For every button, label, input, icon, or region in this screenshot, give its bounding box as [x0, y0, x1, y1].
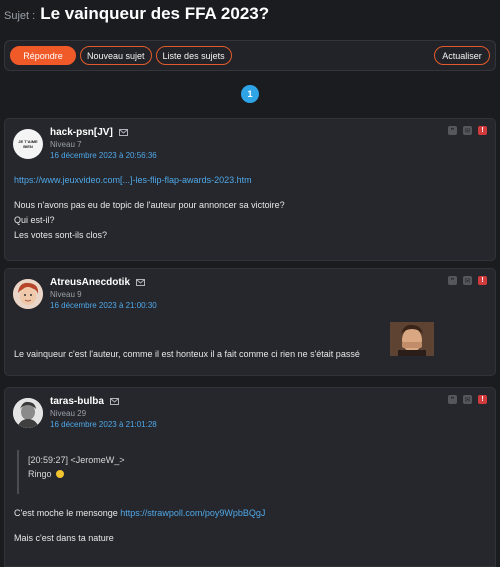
avatar-face-icon: [13, 279, 43, 309]
author-name[interactable]: AtreusAnecdotik: [50, 277, 130, 288]
author-level: Niveau 29: [50, 409, 87, 418]
author-block: taras-bulba Niveau 29 16 décembre 2023 à…: [50, 396, 157, 429]
avatar-portrait-icon: [13, 398, 43, 428]
post-date[interactable]: 16 décembre 2023 à 20:56:36: [50, 151, 157, 160]
author-name[interactable]: taras-bulba: [50, 396, 104, 407]
post-link[interactable]: https://www.jeuxvideo.com[...]-les-flip-…: [14, 173, 252, 188]
post-text-line: Les votes sont-ils clos?: [14, 230, 108, 240]
quote-text: Ringo: [28, 469, 52, 479]
post-text-line: Mais c'est dans ta nature: [14, 533, 114, 543]
avatar[interactable]: [13, 398, 43, 428]
quote-block: [20:59:27] <JeromeW_> Ringo: [17, 450, 317, 494]
report-icon[interactable]: !: [478, 395, 487, 404]
subject-label: Sujet :: [4, 10, 36, 22]
post-date[interactable]: 16 décembre 2023 à 21:01:28: [50, 420, 157, 429]
reply-button[interactable]: Répondre: [10, 46, 76, 65]
post-text-line: Qui est-il?: [14, 215, 55, 225]
post-actions: ❞ ✉ !: [448, 395, 487, 404]
post-text-line: Le vainqueur c'est l'auteur, comme il es…: [14, 349, 360, 359]
quote-icon[interactable]: ❞: [448, 395, 457, 404]
post-hack-psn: JE T'AIME BIEN hack-psn[JV] Niveau 7 16 …: [4, 118, 496, 261]
avatar[interactable]: [13, 279, 43, 309]
laughing-sticker-image: [390, 322, 434, 356]
post-actions: ❞ ✉ !: [448, 276, 487, 285]
post-text: C'est moche le mensonge: [14, 508, 118, 518]
author-name[interactable]: hack-psn[JV]: [50, 127, 113, 138]
quote-header: [20:59:27] <JeromeW_>: [28, 455, 125, 465]
author-level: Niveau 7: [50, 140, 82, 149]
post-taras-bulba: taras-bulba Niveau 29 16 décembre 2023 à…: [4, 387, 496, 567]
report-icon[interactable]: !: [478, 126, 487, 135]
private-message-icon[interactable]: ✉: [463, 395, 472, 404]
author-level: Niveau 9: [50, 290, 82, 299]
quote-text-line: Ringo: [28, 467, 317, 481]
pagination: 1: [0, 85, 500, 105]
author-block: hack-psn[JV] Niveau 7 16 décembre 2023 à…: [50, 127, 157, 160]
envelope-icon[interactable]: [118, 129, 128, 136]
envelope-icon[interactable]: [136, 279, 146, 286]
topic-list-button[interactable]: Liste des sujets: [155, 46, 232, 65]
quote-icon[interactable]: ❞: [448, 126, 457, 135]
post-actions: ❞ ✉ !: [448, 126, 487, 135]
page-1-button[interactable]: 1: [241, 85, 259, 103]
post-text-line: C'est moche le mensonge https://strawpol…: [14, 506, 265, 521]
refresh-button[interactable]: Actualiser: [434, 46, 490, 65]
new-topic-button[interactable]: Nouveau sujet: [80, 46, 152, 65]
avatar-text: JE T'AIME BIEN: [18, 139, 38, 149]
avatar[interactable]: JE T'AIME BIEN: [13, 129, 43, 159]
report-icon[interactable]: !: [478, 276, 487, 285]
quote-icon[interactable]: ❞: [448, 276, 457, 285]
smiley-icon: [56, 470, 65, 478]
private-message-icon[interactable]: ✉: [463, 126, 472, 135]
strawpoll-link[interactable]: https://strawpoll.com/poy9WpbBQgJ: [120, 508, 265, 518]
topic-toolbar: Répondre Nouveau sujet Liste des sujets …: [4, 40, 496, 71]
topic-title: Le vainqueur des FFA 2023?: [40, 4, 270, 23]
topic-header: Sujet : Le vainqueur des FFA 2023?: [4, 4, 496, 30]
post-text-line: Nous n'avons pas eu de topic de l'auteur…: [14, 200, 285, 210]
private-message-icon[interactable]: ✉: [463, 276, 472, 285]
post-date[interactable]: 16 décembre 2023 à 21:00:30: [50, 301, 157, 310]
post-atreusanecdotik: AtreusAnecdotik Niveau 9 16 décembre 202…: [4, 268, 496, 376]
envelope-icon[interactable]: [109, 398, 119, 405]
author-block: AtreusAnecdotik Niveau 9 16 décembre 202…: [50, 277, 157, 310]
